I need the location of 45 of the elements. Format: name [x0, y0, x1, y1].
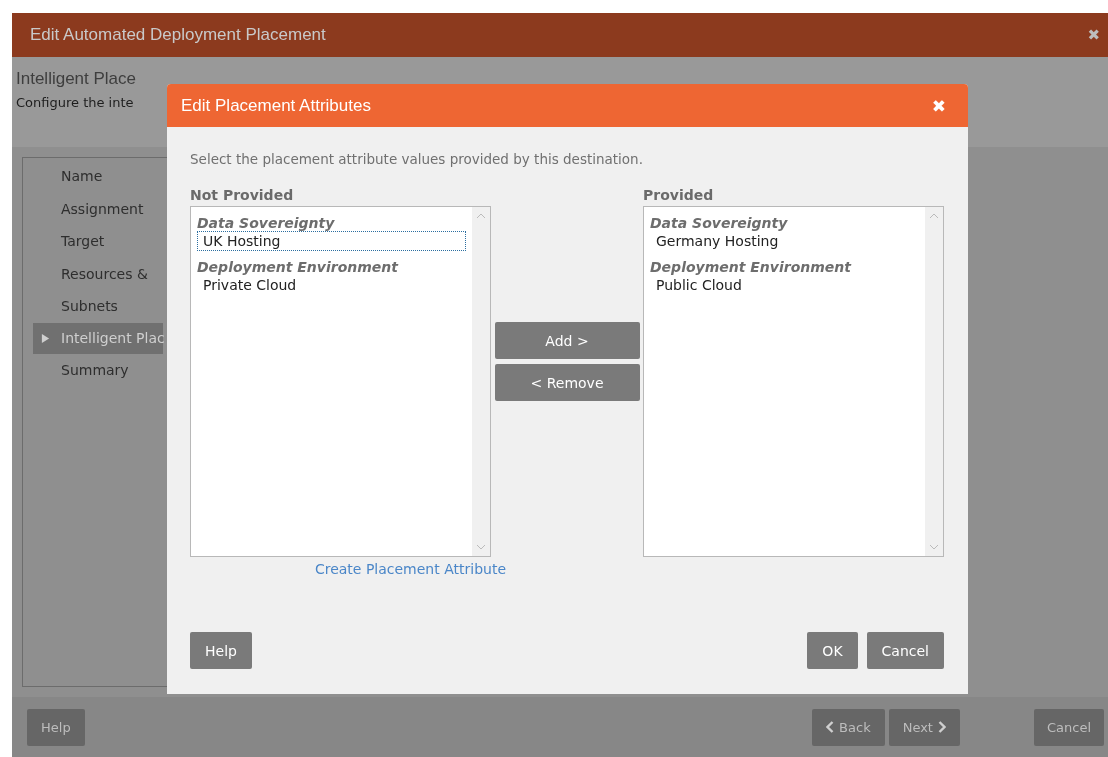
- nav-item[interactable]: Resources &: [33, 257, 148, 290]
- group-heading: Deployment Environment: [197, 259, 400, 275]
- remove-button[interactable]: < Remove: [494, 364, 640, 401]
- page-title: Intelligent Place: [16, 69, 137, 89]
- list-option[interactable]: Public Cloud: [650, 275, 919, 295]
- nav-item[interactable]: Intelligent Plac: [33, 322, 163, 354]
- list-box[interactable]: Data Sovereignty Germany Hosting Deployment Environment Public Cloud: [643, 206, 944, 557]
- close-button[interactable]: ✖: [1087, 26, 1100, 44]
- cancel-button[interactable]: Cancel: [1033, 708, 1104, 746]
- list-option[interactable]: UK Hosting: [197, 231, 466, 251]
- group-heading: Data Sovereignty: [650, 215, 789, 231]
- cancel-button[interactable]: Cancel: [866, 632, 944, 669]
- list-label: Provided: [643, 187, 715, 203]
- dialog-title: Edit Placement Attributes: [181, 95, 371, 116]
- chevron-down-icon[interactable]: [476, 544, 486, 550]
- nav-item[interactable]: Summary: [33, 353, 129, 386]
- list-option[interactable]: Germany Hosting: [650, 231, 919, 251]
- ok-button[interactable]: OK: [807, 632, 858, 669]
- chevron-left-icon: [826, 721, 835, 733]
- help-button[interactable]: Help: [190, 632, 252, 669]
- nav-item[interactable]: Name: [33, 160, 103, 193]
- group-heading: Deployment Environment: [650, 259, 853, 275]
- chevron-up-icon[interactable]: [929, 213, 939, 219]
- nav-item[interactable]: Subnets: [33, 290, 118, 323]
- page-subtitle: Configure the inte: [16, 95, 134, 110]
- nav-item[interactable]: Assignment: [33, 192, 144, 225]
- nav-item[interactable]: Target: [33, 225, 105, 258]
- help-button[interactable]: Help: [27, 708, 85, 746]
- group-heading: Data Sovereignty: [197, 215, 336, 231]
- window-title: Edit Automated Deployment Placement: [30, 25, 326, 45]
- close-button[interactable]: ✖: [931, 95, 946, 116]
- back-button[interactable]: Back: [812, 708, 885, 746]
- triangle-icon: [41, 332, 50, 344]
- instruction-text: Select the placement attribute values provided by this destination.: [190, 151, 644, 167]
- list-box[interactable]: Data Sovereignty UK Hosting Deployment Environment Private Cloud: [190, 206, 491, 557]
- list-label: Not Provided: [190, 187, 295, 203]
- scrollbar[interactable]: [472, 207, 490, 556]
- add-button[interactable]: Add >: [494, 322, 640, 359]
- chevron-up-icon[interactable]: [476, 213, 486, 219]
- list-option[interactable]: Private Cloud: [197, 275, 466, 295]
- chevron-down-icon[interactable]: [929, 544, 939, 550]
- next-button[interactable]: Next: [888, 708, 960, 746]
- scrollbar[interactable]: [925, 207, 943, 556]
- create-attribute-link[interactable]: Create Placement Attribute: [314, 561, 506, 577]
- chevron-right-icon: [937, 721, 946, 733]
